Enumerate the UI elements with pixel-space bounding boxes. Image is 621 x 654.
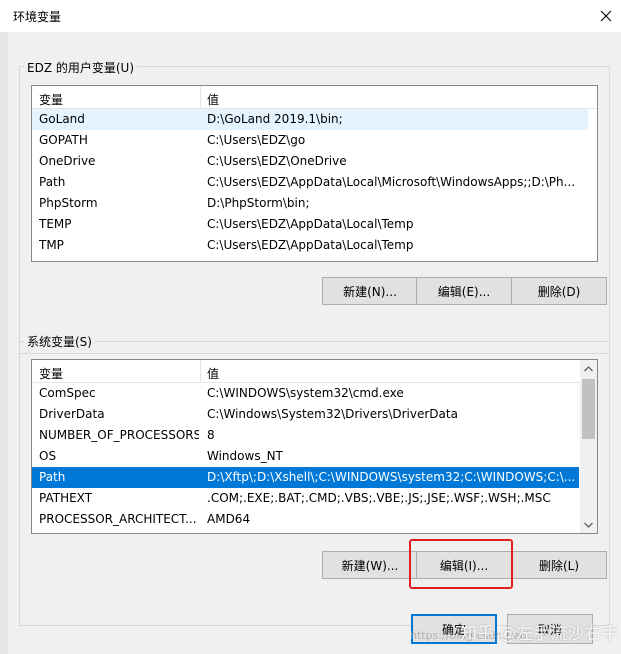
variable-name: OS — [39, 449, 57, 463]
table-row[interactable]: DriverData C:\Windows\System32\Drivers\Dr… — [32, 404, 579, 425]
zhihu-watermark: 知乎 @左手流沙右手 — [460, 624, 619, 644]
variable-value: D:\GoLand 2019.1\bin; — [207, 112, 343, 126]
highlight-annotation-box — [409, 539, 513, 589]
variable-value: C:\Users\EDZ\AppData\Local\Microsoft\Win… — [207, 175, 576, 189]
scroll-down-button[interactable] — [580, 516, 597, 533]
scroll-up-button[interactable] — [580, 360, 597, 377]
variable-value: AMD64 — [207, 512, 251, 526]
variable-value: Windows_NT — [207, 449, 283, 463]
table-row[interactable]: OneDrive C:\Users\EDZ\OneDrive — [32, 151, 588, 172]
table-row[interactable]: PROCESSOR_ARCHITECT... AMD64 — [32, 509, 579, 530]
table-row[interactable]: TMP C:\Users\EDZ\AppData\Local\Temp — [32, 235, 588, 256]
user-variables-list[interactable]: 变量 值 GoLand D:\GoLand 2019.1\bin; GOPATH C:… — [31, 85, 598, 262]
variable-value: 8 — [207, 428, 215, 442]
variable-name: Path — [39, 470, 66, 484]
variable-name: GoLand — [39, 112, 85, 126]
variable-name: OneDrive — [39, 154, 96, 168]
table-row[interactable]: Path D:\Xftp\;D:\Xshell\;C:\WINDOWS\syste… — [32, 467, 579, 488]
table-row[interactable]: TEMP C:\Users\EDZ\AppData\Local\Temp — [32, 214, 588, 235]
variable-value: C:\Windows\System32\Drivers\DriverData — [207, 407, 458, 421]
vertical-scrollbar[interactable] — [580, 360, 597, 533]
variable-name: PROCESSOR_ARCHITECT... — [39, 512, 197, 526]
variable-value: C:\Users\EDZ\go — [207, 133, 306, 147]
variable-value: D:\Xftp\;D:\Xshell\;C:\WINDOWS\system32;… — [207, 470, 575, 484]
column-header-variable[interactable]: 变量 — [39, 365, 63, 382]
user-edit-button[interactable]: 编辑(E)... — [416, 277, 512, 305]
variable-value: C:\Users\EDZ\AppData\Local\Temp — [207, 238, 414, 252]
system-delete-button[interactable]: 删除(L) — [511, 551, 607, 579]
variable-name: Path — [39, 175, 66, 189]
column-header-variable[interactable]: 变量 — [39, 91, 63, 108]
user-delete-button[interactable]: 删除(D) — [511, 277, 607, 305]
system-variables-label: 系统变量(S) — [24, 333, 95, 350]
table-row[interactable]: GOPATH C:\Users\EDZ\go — [32, 130, 588, 151]
user-new-button[interactable]: 新建(N)... — [322, 277, 418, 305]
table-row[interactable]: PhpStorm D:\PhpStorm\bin; — [32, 193, 588, 214]
close-icon — [600, 10, 612, 22]
variable-name: DriverData — [39, 407, 105, 421]
user-variables-label: EDZ 的用户变量(U) — [24, 59, 138, 76]
variable-name: NUMBER_OF_PROCESSORS — [39, 428, 199, 442]
table-row[interactable]: PATHEXT .COM;.EXE;.BAT;.CMD;.VBS;.VBE;.JS… — [32, 488, 579, 509]
variable-value: C:\WINDOWS\system32\cmd.exe — [207, 386, 404, 400]
variable-value: .COM;.EXE;.BAT;.CMD;.VBS;.VBE;.JS;.JSE;.… — [207, 491, 551, 505]
variable-name: PATHEXT — [39, 491, 93, 505]
variable-name: GOPATH — [39, 133, 88, 147]
variable-value: C:\Users\EDZ\OneDrive — [207, 154, 347, 168]
column-header-value[interactable]: 值 — [207, 91, 219, 108]
list-header: 变量 值 — [32, 360, 597, 383]
variable-name: ComSpec — [39, 386, 96, 400]
variable-name: TMP — [39, 238, 64, 252]
chevron-up-icon — [584, 365, 593, 371]
table-row[interactable]: Path C:\Users\EDZ\AppData\Local\Microsoft… — [32, 172, 588, 193]
scroll-thumb[interactable] — [582, 379, 595, 439]
variable-value: C:\Users\EDZ\AppData\Local\Temp — [207, 217, 414, 231]
variable-name: PhpStorm — [39, 196, 98, 210]
title-bar: 环境变量 — [0, 0, 621, 32]
system-new-button[interactable]: 新建(W)... — [322, 551, 418, 579]
close-button[interactable] — [591, 0, 621, 32]
table-row[interactable]: OS Windows_NT — [32, 446, 579, 467]
table-row[interactable]: NUMBER_OF_PROCESSORS 8 — [32, 425, 579, 446]
table-row[interactable]: GoLand D:\GoLand 2019.1\bin; — [32, 109, 588, 130]
dialog-client-area: EDZ 的用户变量(U) 变量 值 GoLand D:\GoLand 2019.1… — [8, 32, 621, 654]
system-variables-list[interactable]: 变量 值 ComSpec C:\WINDOWS\system32\cmd.exe D… — [31, 359, 598, 534]
background-window-edge — [0, 32, 8, 654]
variable-name: TEMP — [39, 217, 72, 231]
table-row[interactable]: ComSpec C:\WINDOWS\system32\cmd.exe — [32, 383, 579, 404]
variable-value: D:\PhpStorm\bin; — [207, 196, 310, 210]
column-header-value[interactable]: 值 — [207, 365, 219, 382]
list-header: 变量 值 — [32, 86, 597, 109]
window-title: 环境变量 — [13, 10, 62, 24]
chevron-down-icon — [584, 522, 593, 528]
